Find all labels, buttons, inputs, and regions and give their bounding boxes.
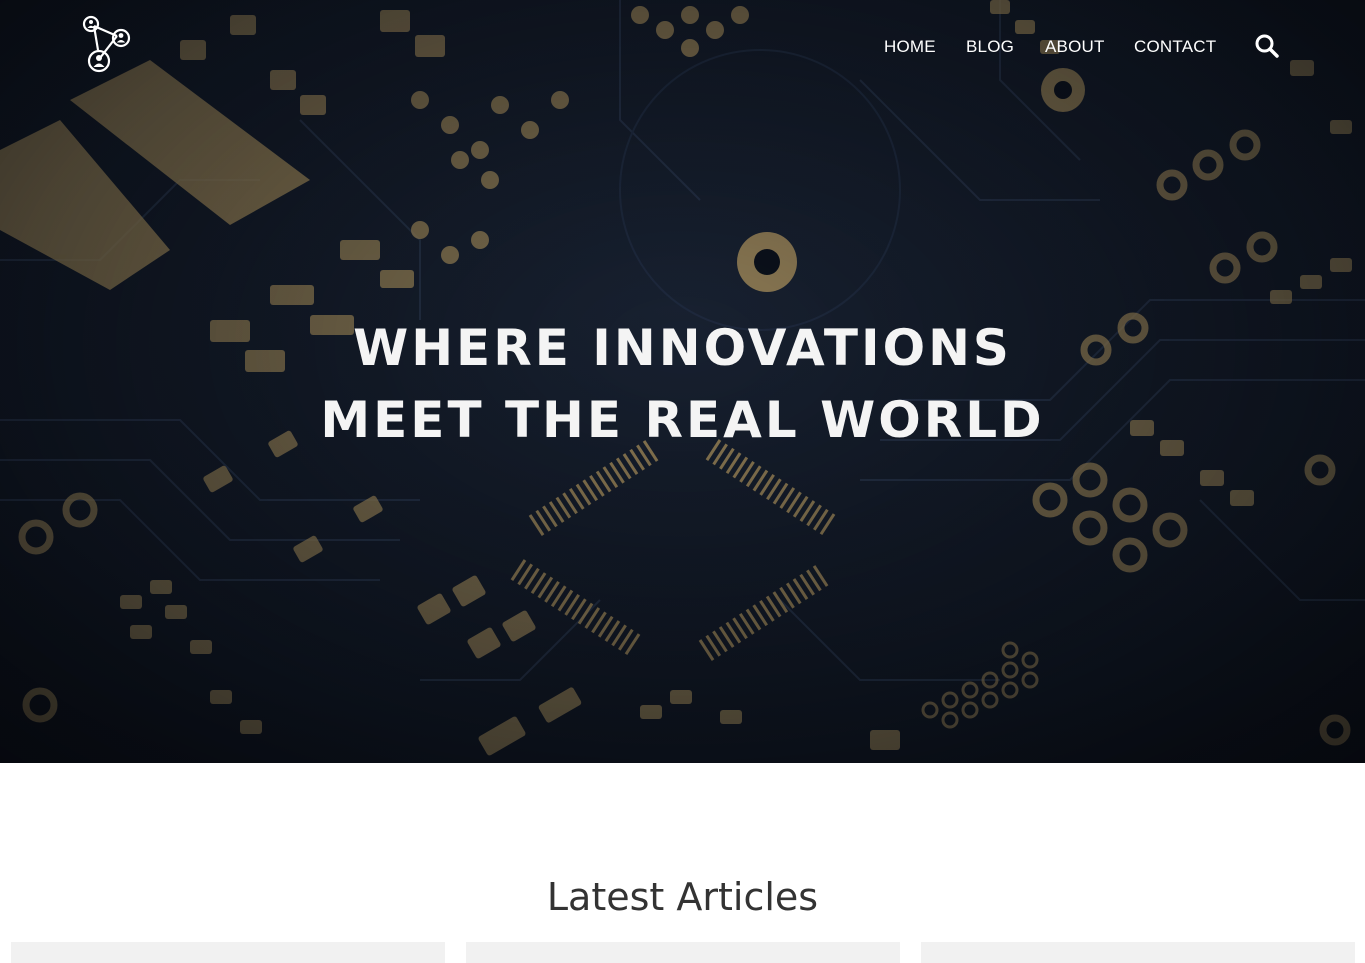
search-icon[interactable]: [1254, 33, 1280, 59]
article-card[interactable]: [921, 942, 1355, 963]
latest-articles-title: Latest Articles: [546, 875, 819, 919]
hero-banner: HOME BLOG ABOUT CONTACT WHERE INNOVATION…: [0, 0, 1365, 763]
network-nodes-icon[interactable]: [82, 14, 134, 76]
nav-contact[interactable]: CONTACT: [1134, 34, 1216, 60]
hero-headline-line-2: MEET THE REAL WORLD: [320, 391, 1045, 449]
nav-home[interactable]: HOME: [884, 34, 936, 60]
hero-headline: WHERE INNOVATIONS MEET THE REAL WORLD: [0, 312, 1365, 456]
hero-headline-line-1: WHERE INNOVATIONS: [353, 319, 1012, 377]
nav-about[interactable]: ABOUT: [1045, 34, 1105, 60]
article-card[interactable]: [466, 942, 900, 963]
nav-blog[interactable]: BLOG: [966, 34, 1014, 60]
article-card[interactable]: [11, 942, 445, 963]
